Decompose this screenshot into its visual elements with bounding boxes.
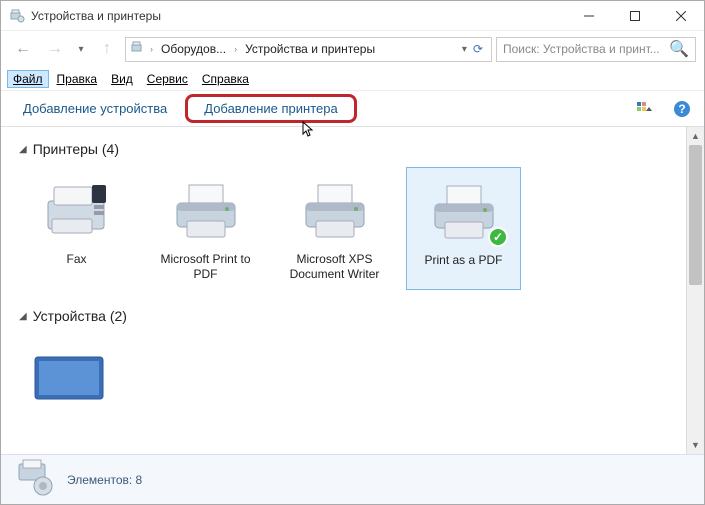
window-controls bbox=[566, 1, 704, 31]
content-area: ◢ Принтеры (4) Fax Microsoft Print to PD… bbox=[1, 127, 704, 454]
printers-row: Fax Microsoft Print to PDF Microsoft XPS… bbox=[19, 167, 668, 290]
device-xps-writer[interactable]: Microsoft XPS Document Writer bbox=[277, 167, 392, 290]
printer-icon bbox=[152, 173, 259, 248]
chevron-right-icon: › bbox=[234, 44, 237, 54]
add-printer-button[interactable]: Добавление принтера bbox=[185, 94, 356, 123]
search-icon: 🔍 bbox=[669, 39, 689, 59]
status-count: Элементов: 8 bbox=[67, 473, 142, 487]
vertical-scrollbar[interactable]: ▲ ▼ bbox=[686, 127, 704, 454]
cursor-icon bbox=[302, 121, 316, 142]
close-button[interactable] bbox=[658, 1, 704, 31]
status-bar: Элементов: 8 bbox=[1, 454, 704, 504]
address-field[interactable]: › Оборудов... › Устройства и принтеры ▾ … bbox=[125, 37, 492, 62]
search-placeholder: Поиск: Устройства и принт... bbox=[503, 42, 665, 56]
device-monitor[interactable] bbox=[19, 334, 119, 421]
back-button[interactable]: ← bbox=[9, 35, 37, 63]
menu-bar: Файл Правка Вид Сервис Справка bbox=[1, 67, 704, 91]
device-fax[interactable]: Fax bbox=[19, 167, 134, 290]
chevron-down-icon: ◢ bbox=[19, 144, 27, 155]
titlebar: Устройства и принтеры bbox=[1, 1, 704, 31]
group-devices-label: Устройства (2) bbox=[33, 308, 127, 324]
printer-icon bbox=[281, 173, 388, 248]
devices-icon bbox=[9, 8, 25, 24]
group-printers-label: Принтеры (4) bbox=[33, 141, 119, 157]
scroll-thumb[interactable] bbox=[689, 145, 702, 285]
add-device-button[interactable]: Добавление устройства bbox=[13, 97, 177, 120]
forward-button[interactable]: → bbox=[41, 35, 69, 63]
devices-row bbox=[19, 334, 668, 421]
svg-text:?: ? bbox=[678, 102, 685, 116]
help-button[interactable]: ? bbox=[672, 99, 692, 119]
window-title: Устройства и принтеры bbox=[31, 9, 566, 23]
group-devices-header[interactable]: ◢ Устройства (2) bbox=[19, 308, 668, 324]
scroll-up-button[interactable]: ▲ bbox=[687, 127, 704, 145]
maximize-button[interactable] bbox=[612, 1, 658, 31]
menu-help[interactable]: Справка bbox=[196, 70, 255, 88]
device-label: Microsoft XPS Document Writer bbox=[281, 252, 388, 282]
minimize-button[interactable] bbox=[566, 1, 612, 31]
breadcrumb-2[interactable]: Устройства и принтеры bbox=[241, 42, 379, 56]
chevron-down-icon: ◢ bbox=[19, 311, 27, 322]
printer-default-icon: ✓ bbox=[411, 174, 516, 249]
chevron-right-icon: › bbox=[150, 44, 153, 54]
menu-edit[interactable]: Правка bbox=[51, 70, 104, 88]
device-ms-print-pdf[interactable]: Microsoft Print to PDF bbox=[148, 167, 263, 290]
device-label: Fax bbox=[23, 252, 130, 282]
breadcrumb-dropdown[interactable]: ▾ bbox=[462, 44, 467, 55]
device-print-as-pdf[interactable]: ✓ Print as a PDF bbox=[406, 167, 521, 290]
location-icon bbox=[130, 40, 146, 59]
search-input[interactable]: Поиск: Устройства и принт... 🔍 bbox=[496, 37, 696, 62]
refresh-button[interactable]: ⟳ bbox=[469, 42, 487, 56]
scroll-down-button[interactable]: ▼ bbox=[687, 436, 704, 454]
status-icon bbox=[13, 458, 55, 501]
menu-file[interactable]: Файл bbox=[7, 70, 49, 88]
fax-icon bbox=[23, 173, 130, 248]
device-label: Microsoft Print to PDF bbox=[152, 252, 259, 282]
menu-tools[interactable]: Сервис bbox=[141, 70, 194, 88]
address-bar: ← → ▾ ↑ › Оборудов... › Устройства и при… bbox=[1, 31, 704, 67]
device-label: Print as a PDF bbox=[411, 253, 516, 283]
add-printer-label: Добавление принтера bbox=[204, 101, 337, 116]
default-check-icon: ✓ bbox=[488, 227, 508, 247]
up-button[interactable]: ↑ bbox=[93, 35, 121, 63]
toolbar: Добавление устройства Добавление принтер… bbox=[1, 91, 704, 127]
group-printers-header[interactable]: ◢ Принтеры (4) bbox=[19, 141, 668, 157]
history-dropdown[interactable]: ▾ bbox=[73, 35, 89, 63]
view-options-button[interactable] bbox=[636, 99, 656, 119]
menu-view[interactable]: Вид bbox=[105, 70, 139, 88]
scroll-track[interactable] bbox=[687, 145, 704, 436]
items-pane[interactable]: ◢ Принтеры (4) Fax Microsoft Print to PD… bbox=[1, 127, 686, 454]
monitor-icon bbox=[23, 340, 115, 415]
breadcrumb-1[interactable]: Оборудов... bbox=[157, 42, 230, 56]
